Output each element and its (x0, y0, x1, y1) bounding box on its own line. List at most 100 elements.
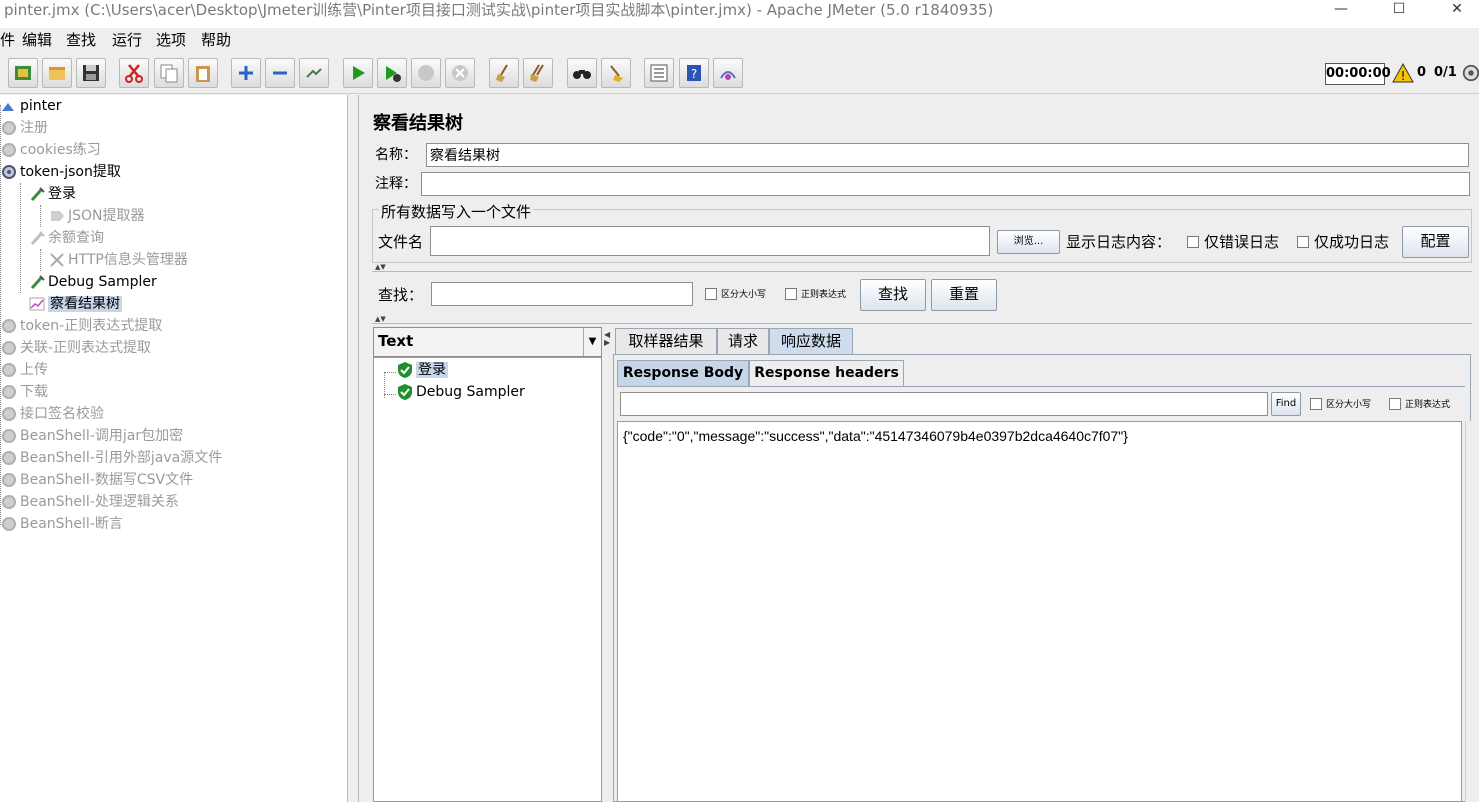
shutdown-icon (452, 65, 468, 81)
browse-button[interactable]: 浏览... (997, 230, 1060, 254)
close-button[interactable]: ✕ (1434, 0, 1479, 20)
shutdown-button[interactable] (445, 58, 475, 88)
stop-icon (418, 65, 434, 81)
case-sensitive-checkbox[interactable] (705, 288, 717, 300)
stop-button[interactable] (411, 58, 441, 88)
sample-debug-sampler[interactable]: Debug Sampler (396, 381, 525, 403)
tree-item-debug-sampler[interactable]: Debug Sampler (28, 271, 157, 293)
thread-group-icon (2, 143, 16, 157)
tree-item-balance-query[interactable]: 余额查询 (28, 227, 104, 249)
configure-button[interactable]: 配置 (1402, 226, 1469, 258)
tree-item-beanshell-java[interactable]: BeanShell-引用外部java源文件 (0, 447, 222, 469)
sample-login[interactable]: 登录 (396, 359, 448, 381)
tree-item-cookies[interactable]: cookies练习 (0, 139, 101, 161)
tab-response-data[interactable]: 响应数据 (769, 328, 853, 354)
tree-item-beanshell-csv[interactable]: BeanShell-数据写CSV文件 (0, 469, 193, 491)
minus-icon (273, 71, 287, 75)
elapsed-timer: 00:00:00 (1325, 63, 1391, 85)
tree-item-beanshell-logic[interactable]: BeanShell-处理逻辑关系 (0, 491, 179, 513)
menu-options[interactable]: 选项 (156, 30, 186, 50)
response-case-checkbox[interactable] (1310, 398, 1322, 410)
find-button[interactable]: 查找 (860, 279, 926, 311)
expand-all-button[interactable] (231, 58, 261, 88)
reset-search-button[interactable] (601, 58, 631, 88)
tree-item-token-json[interactable]: token-json提取 (0, 161, 121, 183)
tree-items: 注册 cookies练习 token-json提取 登录 JSON提取器 余额查… (0, 95, 348, 555)
open-button[interactable] (42, 58, 72, 88)
maximize-button[interactable]: ☐ (1376, 0, 1422, 20)
copy-button[interactable] (154, 58, 184, 88)
response-find-button[interactable]: Find (1271, 392, 1301, 416)
tree-item-header-manager[interactable]: HTTP信息头管理器 (48, 249, 188, 271)
menu-run[interactable]: 运行 (112, 30, 142, 50)
success-only-checkbox[interactable] (1297, 236, 1309, 248)
clear-all-button[interactable] (523, 58, 553, 88)
reset-button[interactable]: 重置 (931, 279, 997, 311)
help-button[interactable]: ? (679, 58, 709, 88)
thread-group-icon (2, 517, 16, 531)
comment-field[interactable] (421, 172, 1470, 196)
tree-item-download[interactable]: 下载 (0, 381, 48, 403)
tree-item-json-extractor[interactable]: JSON提取器 (48, 205, 145, 227)
response-body-text-area[interactable]: {"code":"0","message":"success","data":"… (617, 421, 1462, 802)
response-find-input[interactable] (620, 392, 1268, 416)
clear-button[interactable] (489, 58, 519, 88)
menu-file[interactable]: 件 (0, 30, 15, 50)
thread-group-icon (2, 407, 16, 421)
renderer-select[interactable]: Text ▼ (373, 327, 602, 357)
tree-connector (384, 372, 396, 373)
main-splitter[interactable] (350, 95, 359, 802)
minimize-button[interactable]: — (1318, 0, 1364, 20)
save-button[interactable] (76, 58, 106, 88)
tab-response-body[interactable]: Response Body (617, 360, 749, 386)
templates-button[interactable] (8, 58, 38, 88)
name-field[interactable] (426, 143, 1469, 167)
plus-icon (239, 66, 253, 80)
tab-response-headers[interactable]: Response headers (749, 360, 904, 386)
start-no-pause-button[interactable] (377, 58, 407, 88)
tree-item-login[interactable]: 登录 (28, 183, 76, 205)
remote-button[interactable] (713, 58, 743, 88)
function-helper-button[interactable] (644, 58, 674, 88)
tab-sampler-result[interactable]: 取样器结果 (615, 328, 717, 354)
divider (372, 323, 1472, 324)
splitter-arrows[interactable]: ◀ ▶ (604, 331, 610, 347)
templates-icon (15, 66, 31, 80)
vertical-scrollbar[interactable] (1465, 421, 1473, 802)
thread-group-icon (2, 341, 16, 355)
tree-item-view-results-tree[interactable]: 察看结果树 (28, 293, 122, 315)
copy-icon (160, 64, 178, 83)
toggle-button[interactable] (299, 58, 329, 88)
tab-request[interactable]: 请求 (717, 328, 769, 354)
errors-only-checkbox[interactable] (1187, 236, 1199, 248)
response-regex-checkbox[interactable] (1389, 398, 1401, 410)
tree-item-register[interactable]: 注册 (0, 117, 48, 139)
collapse-all-button[interactable] (265, 58, 295, 88)
splitter-arrows[interactable]: ▲▼ (375, 315, 386, 323)
regex-checkbox[interactable] (785, 288, 797, 300)
tree-item-beanshell-assert[interactable]: BeanShell-断言 (0, 513, 123, 535)
paste-button[interactable] (188, 58, 218, 88)
filename-label: 文件名 (378, 233, 424, 251)
tree-item-upload[interactable]: 上传 (0, 359, 48, 381)
search-input[interactable] (431, 282, 693, 306)
search-button[interactable] (567, 58, 597, 88)
filename-field[interactable] (430, 226, 990, 256)
response-case-label: 区分大小写 (1326, 400, 1372, 410)
splitter-arrows[interactable]: ▲▼ (375, 263, 386, 271)
success-only-label: 仅成功日志 (1314, 233, 1390, 251)
menu-edit[interactable]: 编辑 (22, 30, 52, 50)
tree-item-token-regex[interactable]: token-正则表达式提取 (0, 315, 162, 337)
svg-text:!: ! (1401, 69, 1406, 83)
comment-label: 注释： (375, 176, 417, 192)
sampler-pipette-icon (30, 231, 45, 246)
cut-button[interactable] (119, 58, 149, 88)
search-label: 查找： (378, 286, 424, 304)
tree-item-signature[interactable]: 接口签名校验 (0, 403, 104, 425)
warning-icon[interactable]: ! (1392, 62, 1414, 84)
menu-help[interactable]: 帮助 (201, 30, 231, 50)
tree-item-correlation-regex[interactable]: 关联-正则表达式提取 (0, 337, 151, 359)
start-button[interactable] (343, 58, 373, 88)
tree-item-beanshell-jar[interactable]: BeanShell-调用jar包加密 (0, 425, 183, 447)
menu-search[interactable]: 查找 (66, 30, 96, 50)
